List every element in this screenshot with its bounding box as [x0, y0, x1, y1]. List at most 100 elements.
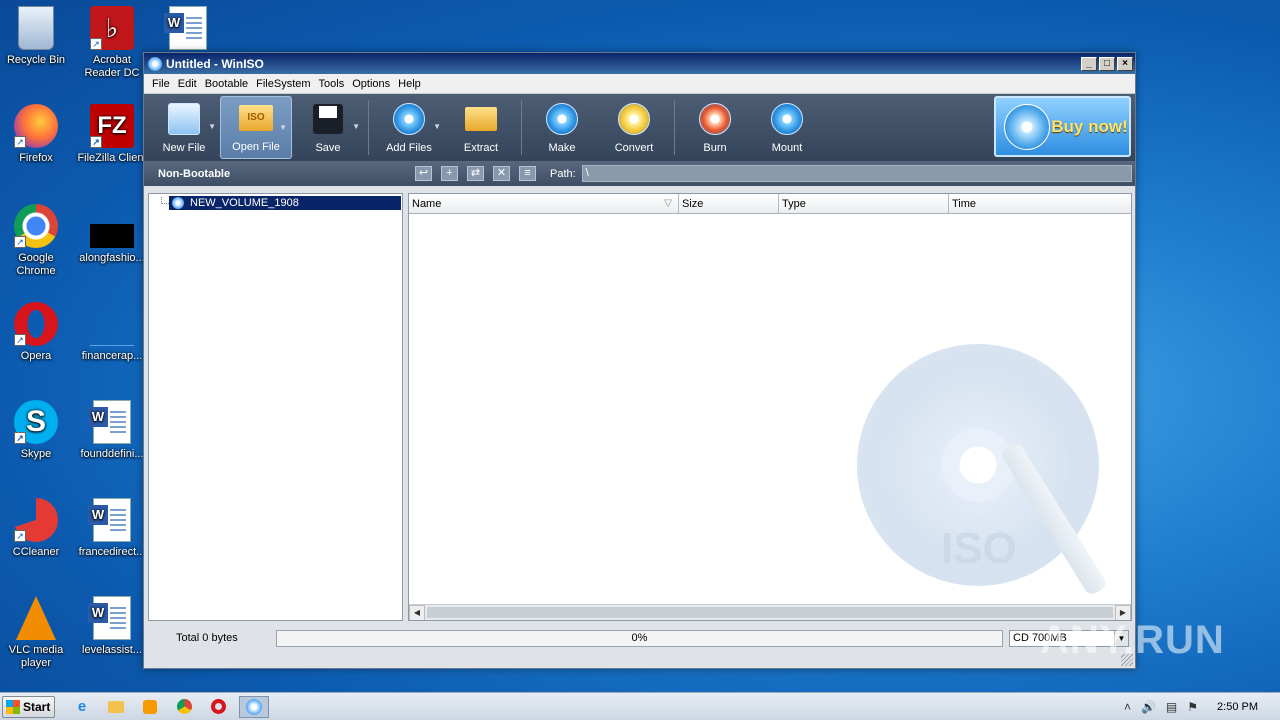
- desktop-icon-filezilla[interactable]: FZ ↗ FileZilla Client: [74, 104, 150, 165]
- new-file-icon: [166, 101, 202, 137]
- new-file-button[interactable]: New File ▼: [148, 96, 220, 159]
- taskbar-winiso[interactable]: [239, 695, 269, 718]
- title-bar[interactable]: Untitled - WinISO _ □ ×: [144, 53, 1135, 74]
- taskbar: Start e ˄ 🔊 ▤ ⚑ 2:50 PM: [0, 692, 1280, 720]
- desktop-icon-vlc[interactable]: VLC media player: [0, 596, 74, 670]
- word-document-icon: [88, 596, 131, 640]
- system-tray: ˄ 🔊 ▤ ⚑ 2:50 PM: [1119, 693, 1280, 720]
- mount-button[interactable]: Mount: [751, 96, 823, 159]
- watermark-text: ISO: [941, 524, 1017, 573]
- desktop-icon-francedirect[interactable]: francedirect...: [74, 498, 150, 559]
- taskbar-ie[interactable]: e: [69, 696, 95, 718]
- add-files-button[interactable]: Add Files ▼: [373, 96, 445, 159]
- capacity-progress: 0%: [276, 629, 1003, 647]
- up-folder-icon[interactable]: ↩: [415, 166, 432, 181]
- anyrun-watermark: ANY.RUN: [1040, 618, 1225, 662]
- horizontal-scrollbar[interactable]: ◀ ▶: [409, 604, 1131, 620]
- taskbar-opera[interactable]: [205, 696, 231, 718]
- scroll-thumb[interactable]: [427, 607, 1113, 618]
- show-hidden-icons-icon[interactable]: ˄: [1124, 700, 1131, 714]
- taskbar-media-player[interactable]: [137, 696, 163, 718]
- volume-icon[interactable]: 🔊: [1141, 700, 1156, 714]
- open-file-button[interactable]: ISO Open File ▼: [220, 96, 292, 159]
- path-label: Path:: [550, 167, 576, 180]
- path-bar: Non-Bootable ↩ + ⇄ ✕ ≡ Path: \: [144, 161, 1135, 186]
- make-icon: [544, 101, 580, 137]
- desktop-icon-opera[interactable]: ↗ Opera: [0, 302, 74, 363]
- network-icon[interactable]: ▤: [1166, 700, 1177, 714]
- menu-tools[interactable]: Tools: [315, 78, 349, 90]
- clock[interactable]: 2:50 PM: [1217, 701, 1258, 713]
- acrobat-icon: ♭ ↗: [90, 6, 134, 50]
- save-button[interactable]: Save ▼: [292, 96, 364, 159]
- path-input[interactable]: \: [581, 165, 1132, 182]
- filezilla-icon: FZ ↗: [90, 104, 134, 148]
- disc-icon: [172, 197, 184, 209]
- column-type[interactable]: Type: [779, 194, 949, 213]
- media-player-icon: [143, 699, 157, 714]
- chevron-down-icon[interactable]: ▼: [433, 122, 441, 131]
- delete-icon[interactable]: ✕: [493, 166, 510, 181]
- save-icon: [310, 101, 346, 137]
- winiso-icon: [246, 698, 262, 715]
- vlc-icon: [16, 596, 56, 640]
- chrome-icon: ↗: [14, 204, 58, 248]
- desktop-icon-financerap[interactable]: financerap...: [74, 302, 150, 363]
- buy-now-button[interactable]: Buy now!: [994, 96, 1131, 157]
- desktop-icon-ccleaner[interactable]: ↗ CCleaner: [0, 498, 74, 559]
- start-button[interactable]: Start: [2, 695, 55, 718]
- rename-icon[interactable]: ⇄: [467, 166, 484, 181]
- column-name[interactable]: Name ▽: [409, 194, 679, 213]
- file-list-header: Name ▽ Size Type Time: [409, 194, 1131, 214]
- menu-edit[interactable]: Edit: [174, 78, 201, 90]
- desktop-icon-firefox[interactable]: ↗ Firefox: [0, 104, 74, 165]
- maximize-button[interactable]: □: [1099, 56, 1115, 71]
- menu-help[interactable]: Help: [394, 78, 425, 90]
- desktop-icon-levelassist[interactable]: levelassist...: [74, 596, 150, 657]
- extract-button[interactable]: Extract: [445, 96, 517, 159]
- column-time[interactable]: Time: [949, 194, 1131, 213]
- chrome-icon: [176, 699, 192, 714]
- menu-options[interactable]: Options: [348, 78, 394, 90]
- convert-button[interactable]: Convert: [598, 96, 670, 159]
- desktop-icon-acrobat[interactable]: ♭ ↗ Acrobat Reader DC: [74, 6, 150, 80]
- blank-file-icon: [90, 324, 134, 346]
- chevron-down-icon[interactable]: ▼: [352, 122, 360, 131]
- tree-node-root[interactable]: NEW_VOLUME_1908: [169, 196, 401, 210]
- menu-bootable[interactable]: Bootable: [201, 78, 252, 90]
- taskbar-explorer[interactable]: [103, 696, 129, 718]
- new-folder-icon[interactable]: +: [441, 166, 458, 181]
- menu-filesystem[interactable]: FileSystem: [252, 78, 314, 90]
- scroll-left-icon[interactable]: ◀: [409, 605, 425, 620]
- skype-icon: S ↗: [14, 400, 58, 444]
- desktop-icon-chrome[interactable]: ↗ Google Chrome: [0, 204, 74, 278]
- make-button[interactable]: Make: [526, 96, 598, 159]
- action-center-flag-icon[interactable]: ⚑: [1187, 700, 1198, 714]
- file-list: Name ▽ Size Type Time ISO ◀ ▶: [408, 193, 1132, 621]
- desktop-icon-skype[interactable]: S ↗ Skype: [0, 400, 74, 461]
- menu-file[interactable]: File: [148, 78, 174, 90]
- winiso-window: Untitled - WinISO _ □ × File Edit Bootab…: [143, 52, 1136, 669]
- opera-icon: [210, 699, 226, 714]
- open-file-icon: ISO: [238, 100, 274, 136]
- chevron-down-icon[interactable]: ▼: [208, 122, 216, 131]
- minimize-button[interactable]: _: [1081, 56, 1097, 71]
- chevron-down-icon[interactable]: ▼: [279, 123, 287, 132]
- boot-status-label: Non-Bootable: [158, 167, 231, 180]
- properties-icon[interactable]: ≡: [519, 166, 536, 181]
- word-document-icon: [88, 498, 131, 542]
- desktop-icon-founddefini[interactable]: founddefini...: [74, 400, 150, 461]
- taskbar-chrome[interactable]: [171, 696, 197, 718]
- folder-icon: [108, 700, 124, 713]
- winiso-app-icon: [148, 56, 162, 71]
- mount-icon: [769, 101, 805, 137]
- column-size[interactable]: Size: [679, 194, 779, 213]
- close-button[interactable]: ×: [1117, 56, 1133, 71]
- burn-button[interactable]: Burn: [679, 96, 751, 159]
- sort-arrow-icon: ▽: [664, 198, 672, 209]
- desktop-icon-word-top[interactable]: [150, 6, 226, 50]
- desktop-icon-recycle-bin[interactable]: Recycle Bin: [0, 6, 74, 67]
- desktop-icon-alongfashion[interactable]: alongfashio...: [74, 204, 150, 265]
- windows-logo-icon: [6, 699, 20, 714]
- firefox-icon: ↗: [14, 104, 58, 148]
